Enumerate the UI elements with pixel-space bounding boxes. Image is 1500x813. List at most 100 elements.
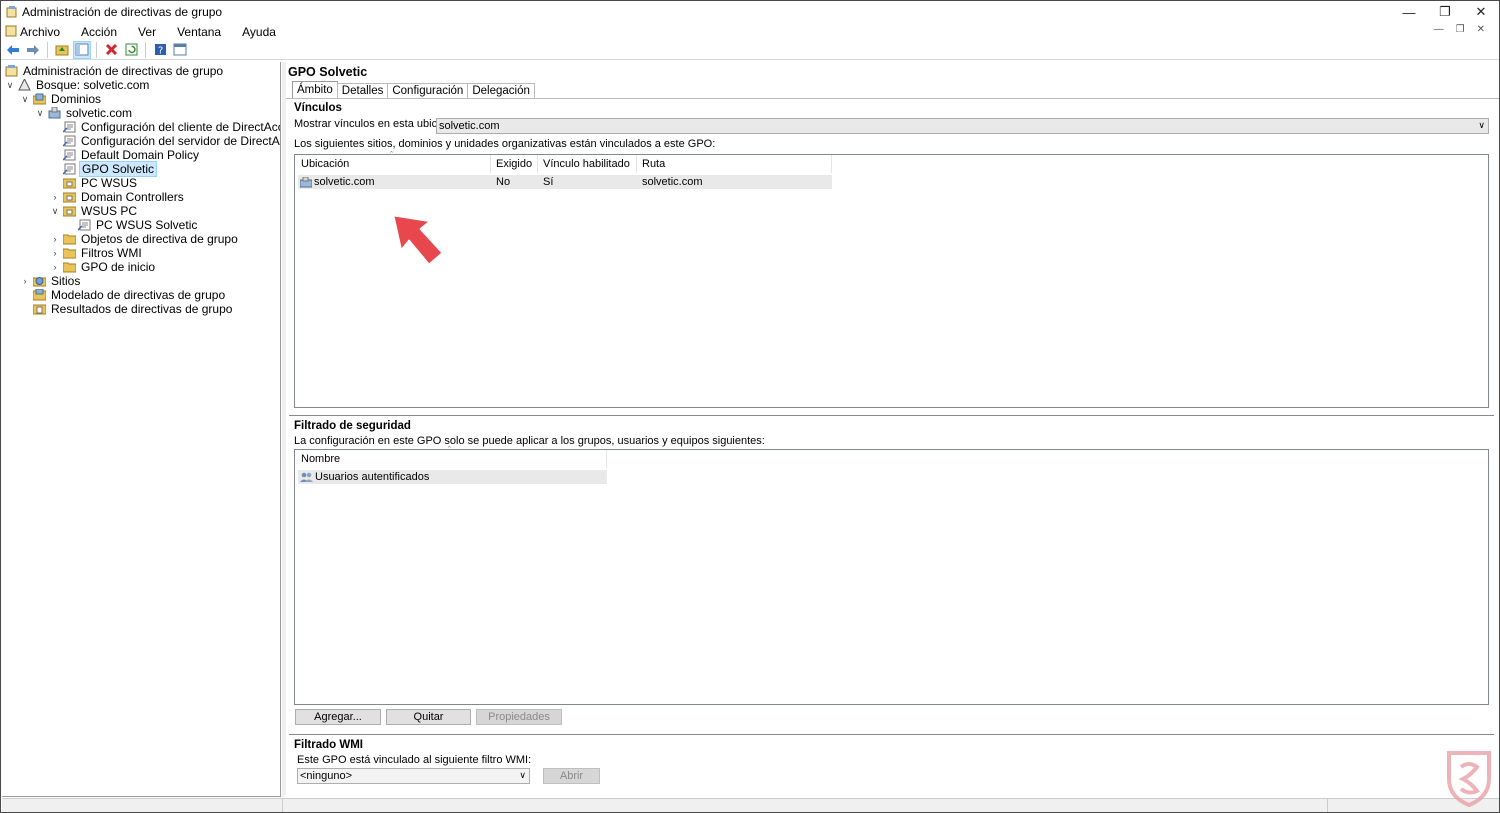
tree-gpo-link-gpo-solvetic[interactable]: GPO Solvetic — [62, 161, 158, 177]
menu-ver[interactable]: Ver — [138, 25, 156, 39]
table-row[interactable]: solvetic.com No Sí solvetic.com — [298, 175, 832, 189]
tree-forest[interactable]: ∨ Bosque: solvetic.com — [5, 77, 151, 92]
tree-domain[interactable]: ∨ solvetic.com — [35, 106, 134, 120]
column-ruta[interactable]: Ruta — [637, 155, 832, 173]
mdi-close-button[interactable]: ✕ — [1477, 24, 1485, 35]
help-button[interactable]: ? — [151, 41, 169, 59]
column-nombre[interactable]: Nombre ˆ — [296, 445, 607, 468]
maximize-button[interactable]: ❐ — [1427, 1, 1463, 23]
tab-detalles[interactable]: Detalles — [336, 83, 389, 98]
domain-icon — [48, 106, 61, 119]
cell-vinculo-habilitado: Sí — [543, 176, 554, 188]
menu-ventana[interactable]: Ventana — [177, 25, 221, 39]
chevron-down-icon[interactable]: ∨ — [50, 206, 60, 216]
tree-gpo-objects[interactable]: › Objetos de directiva de grupo — [50, 232, 240, 246]
wmi-description: Este GPO está vinculado al siguiente fil… — [297, 754, 532, 766]
up-folder-button[interactable] — [53, 41, 71, 59]
minimize-button[interactable]: — — [1391, 1, 1427, 23]
forward-button[interactable] — [24, 41, 42, 59]
gpo-link-icon — [62, 163, 76, 175]
tab-ambito[interactable]: Ámbito — [292, 81, 338, 98]
tree-wmi-filters[interactable]: › Filtros WMI — [50, 246, 144, 260]
chevron-down-icon[interactable]: ∨ — [20, 94, 30, 104]
tree-gpo-link-directaccess-client[interactable]: Configuración del cliente de DirectAcces… — [62, 120, 280, 134]
status-segment — [1327, 799, 1328, 812]
tab-delegacion[interactable]: Delegación — [467, 83, 535, 98]
modeling-icon — [32, 288, 47, 301]
tree-ou-domain-controllers[interactable]: › Domain Controllers — [50, 190, 186, 204]
security-list-header: Nombre ˆ — [296, 445, 607, 468]
chevron-right-icon[interactable]: › — [20, 276, 30, 286]
menu-archivo[interactable]: Archivo — [20, 25, 60, 39]
chevron-down-icon: ∨ — [519, 770, 526, 780]
show-tree-button[interactable] — [73, 40, 91, 59]
properties-pane-button[interactable] — [171, 41, 189, 59]
mdi-restore-button[interactable]: ❐ — [1456, 24, 1465, 35]
menu-ayuda[interactable]: Ayuda — [242, 25, 276, 39]
tree-ou-pc-wsus[interactable]: PC WSUS — [62, 176, 139, 190]
tab-configuracion[interactable]: Configuración — [387, 83, 469, 98]
links-list: Ubicación ˆ Exigido Vínculo habilitado Ru… — [294, 150, 1489, 408]
tree-gp-modeling[interactable]: Modelado de directivas de grupo — [32, 288, 227, 302]
gpo-link-icon — [77, 219, 91, 231]
security-description: La configuración en este GPO solo se pue… — [294, 435, 765, 447]
open-button: Abrir — [543, 768, 600, 784]
chevron-right-icon[interactable]: › — [50, 234, 60, 244]
solvetic-logo-icon — [1447, 751, 1491, 807]
arrow-left-icon — [7, 44, 19, 55]
section-separator — [289, 734, 1494, 735]
column-exigido[interactable]: Exigido — [491, 155, 538, 173]
results-icon — [32, 303, 47, 315]
refresh-button[interactable] — [122, 41, 140, 59]
chevron-down-icon[interactable]: ∨ — [35, 108, 45, 118]
links-location-select[interactable]: solvetic.com ∨ — [436, 118, 1489, 134]
column-label: Nombre — [301, 453, 341, 465]
add-button[interactable]: Agregar... — [295, 709, 381, 725]
tree-gp-results[interactable]: Resultados de directivas de grupo — [32, 302, 234, 316]
links-title: Vínculos — [294, 102, 342, 114]
toolbar-separator — [145, 41, 146, 58]
menu-accion[interactable]: Acción — [81, 25, 117, 39]
gpo-link-icon — [62, 135, 76, 147]
toolbar: ? — [1, 40, 1499, 60]
status-bar — [2, 798, 1499, 812]
tree-ou-wsus-pc[interactable]: ∨ WSUS PC — [50, 204, 139, 218]
window-pane-icon — [173, 43, 187, 56]
security-list: Nombre ˆ Usuarios autentificados — [294, 445, 1489, 705]
window-title: Administración de directivas de grupo — [22, 5, 223, 19]
title-bar: Administración de directivas de grupo — … — [1, 1, 1499, 23]
tree-root[interactable]: Administración de directivas de grupo — [5, 64, 225, 78]
tree-gpo-link-directaccess-server[interactable]: Configuración del servidor de DirectAcce… — [62, 134, 280, 148]
gpo-link-icon — [62, 149, 76, 161]
mdi-minimize-button[interactable]: — — [1434, 24, 1444, 35]
chevron-down-icon[interactable]: ∨ — [5, 80, 15, 90]
chevron-right-icon[interactable]: › — [50, 262, 60, 272]
ou-folder-icon — [62, 205, 77, 217]
svg-text:?: ? — [158, 46, 163, 57]
close-button[interactable]: ✕ — [1463, 1, 1499, 23]
toolbar-separator — [47, 41, 48, 58]
refresh-icon — [125, 43, 137, 56]
chevron-right-icon[interactable]: › — [50, 248, 60, 258]
tree-gpo-link-default-domain-policy[interactable]: Default Domain Policy — [62, 148, 201, 162]
back-button[interactable] — [4, 41, 22, 59]
chevron-right-icon[interactable]: › — [50, 192, 60, 202]
tree-domains[interactable]: ∨ Dominios — [20, 92, 103, 106]
wmi-filter-select[interactable]: <ninguno> ∨ — [297, 768, 530, 784]
column-label: Vínculo habilitado — [543, 158, 630, 170]
column-vinculo-habilitado[interactable]: Vínculo habilitado — [538, 155, 637, 173]
tree-starter-gpos[interactable]: › GPO de inicio — [50, 260, 157, 274]
sort-up-icon: ˆ — [390, 150, 393, 160]
forest-icon — [18, 77, 31, 91]
table-row[interactable]: Usuarios autentificados — [298, 470, 607, 484]
ou-folder-icon — [62, 191, 77, 203]
tree-sites[interactable]: › Sitios — [20, 274, 82, 288]
remove-button[interactable]: Quitar — [386, 709, 471, 725]
pointer-arrow-icon — [391, 213, 445, 267]
console-tree-icon — [75, 43, 89, 56]
column-ubicacion[interactable]: Ubicación ˆ — [296, 150, 491, 173]
arrow-right-icon — [27, 44, 39, 55]
delete-button[interactable] — [102, 41, 120, 59]
tree-gpo-link-pc-wsus-solvetic[interactable]: PC WSUS Solvetic — [77, 218, 199, 232]
folder-up-icon — [55, 45, 69, 56]
